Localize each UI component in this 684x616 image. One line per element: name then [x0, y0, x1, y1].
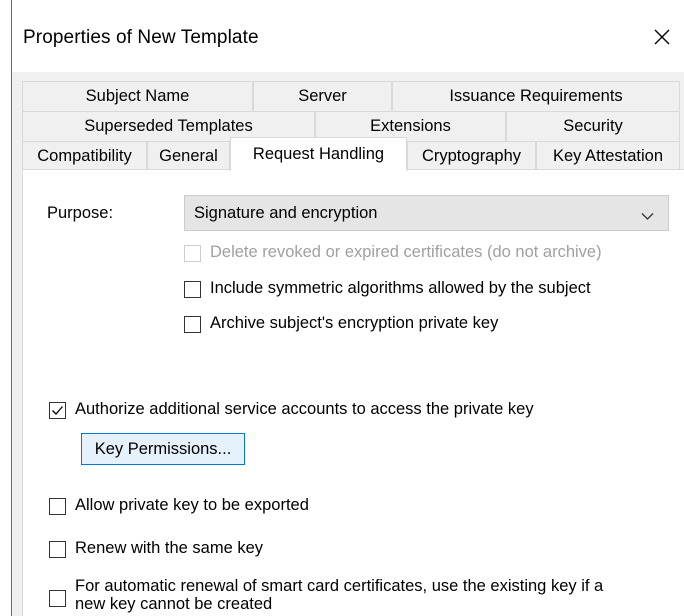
delete-revoked-label: Delete revoked or expired certificates (…: [210, 243, 602, 261]
properties-dialog: Properties of New Template Subject Name …: [11, 0, 684, 616]
authorize-service-accounts-label[interactable]: Authorize additional service accounts to…: [75, 400, 534, 419]
window-title: Properties of New Template: [23, 27, 259, 48]
tab-server[interactable]: Server: [253, 81, 392, 111]
allow-export-checkbox[interactable]: [49, 498, 66, 515]
purpose-value: Signature and encryption: [194, 204, 378, 222]
close-icon: [654, 29, 670, 45]
purpose-label: Purpose:: [47, 204, 114, 222]
key-permissions-button[interactable]: Key Permissions...: [81, 433, 245, 465]
tab-subject-name[interactable]: Subject Name: [22, 81, 253, 111]
include-symmetric-label[interactable]: Include symmetric algorithms allowed by …: [210, 279, 591, 298]
tab-key-attestation[interactable]: Key Attestation: [536, 141, 680, 170]
smart-card-renewal-line1: For automatic renewal of smart card cert…: [75, 577, 604, 595]
purpose-dropdown[interactable]: Signature and encryption: [184, 195, 669, 231]
renew-same-key-label[interactable]: Renew with the same key: [75, 539, 263, 558]
tab-compatibility[interactable]: Compatibility: [22, 141, 147, 170]
archive-key-checkbox[interactable]: [184, 316, 201, 333]
tab-issuance-requirements[interactable]: Issuance Requirements: [392, 81, 680, 111]
smart-card-renewal-checkbox[interactable]: [49, 590, 66, 607]
tab-cryptography[interactable]: Cryptography: [407, 141, 536, 170]
tab-request-handling[interactable]: Request Handling: [230, 137, 407, 171]
authorize-service-accounts-checkbox[interactable]: [49, 402, 66, 419]
delete-revoked-checkbox: [184, 245, 201, 262]
renew-same-key-checkbox[interactable]: [49, 541, 66, 558]
include-symmetric-checkbox[interactable]: [184, 281, 201, 298]
title-bar: Properties of New Template: [12, 0, 684, 72]
tab-general[interactable]: General: [147, 141, 230, 170]
smart-card-renewal-line2: new key cannot be created: [75, 595, 273, 613]
archive-key-label[interactable]: Archive subject's encryption private key: [210, 314, 498, 333]
close-button[interactable]: [639, 14, 684, 60]
allow-export-label[interactable]: Allow private key to be exported: [75, 496, 309, 515]
tab-security[interactable]: Security: [506, 111, 680, 141]
smart-card-renewal-label[interactable]: For automatic renewal of smart card cert…: [75, 577, 603, 613]
chevron-down-icon: [641, 208, 654, 226]
